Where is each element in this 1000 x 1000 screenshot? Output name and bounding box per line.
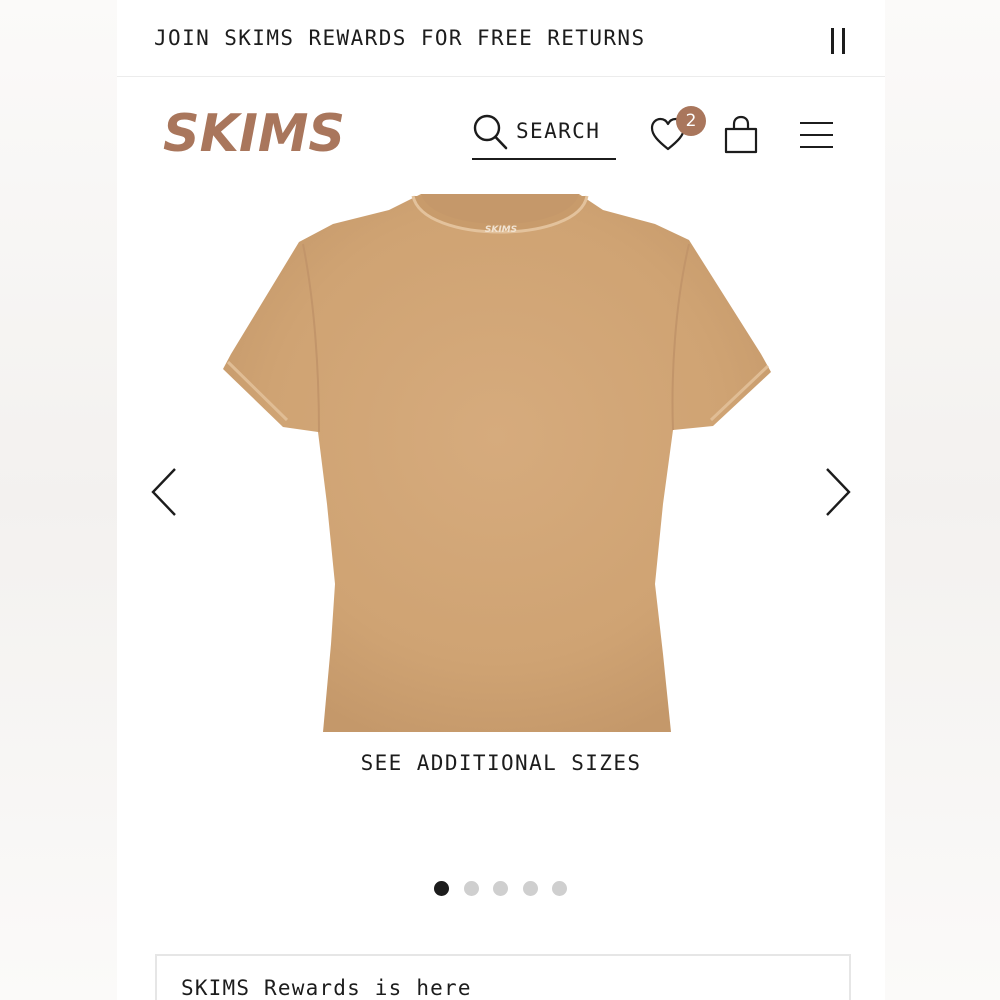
carousel-dot[interactable] — [464, 881, 479, 896]
carousel-dot[interactable] — [552, 881, 567, 896]
announcement-bar: JOIN SKIMS REWARDS FOR FREE RETURNS — [117, 0, 885, 77]
wishlist-count-badge: 2 — [676, 106, 706, 136]
carousel-dot[interactable] — [493, 881, 508, 896]
search-label: SEARCH — [516, 119, 601, 143]
tshirt-shape — [223, 194, 771, 732]
logo-text: SKIMS — [163, 104, 345, 160]
product-image[interactable]: SKIMS — [223, 194, 779, 732]
left-background — [0, 0, 117, 1000]
right-background — [885, 0, 1000, 1000]
shirt-label-text: SKIMS — [485, 225, 517, 235]
product-carousel: SKIMS SEE ADDITIONAL SIZES — [117, 187, 885, 917]
see-additional-sizes-link[interactable]: SEE ADDITIONAL SIZES — [117, 751, 885, 775]
announcement-text[interactable]: JOIN SKIMS REWARDS FOR FREE RETURNS — [154, 26, 646, 50]
carousel-pagination — [431, 881, 571, 897]
site-header: SKIMS SEARCH 2 — [117, 77, 885, 187]
chevron-left-icon[interactable] — [147, 467, 187, 517]
mobile-screen: JOIN SKIMS REWARDS FOR FREE RETURNS SKIM… — [117, 0, 885, 1000]
carousel-dot[interactable] — [434, 881, 449, 896]
rewards-title: SKIMS Rewards is here — [181, 976, 472, 1000]
carousel-dot[interactable] — [523, 881, 538, 896]
search-icon — [473, 114, 508, 150]
hamburger-menu-icon[interactable] — [800, 122, 834, 148]
search-button[interactable]: SEARCH — [472, 112, 616, 160]
skims-logo[interactable]: SKIMS — [163, 104, 348, 160]
chevron-right-icon[interactable] — [817, 467, 857, 517]
rewards-card: SKIMS Rewards is here — [155, 954, 851, 1000]
pause-icon[interactable] — [827, 26, 851, 56]
shopping-bag-icon[interactable] — [723, 115, 759, 155]
